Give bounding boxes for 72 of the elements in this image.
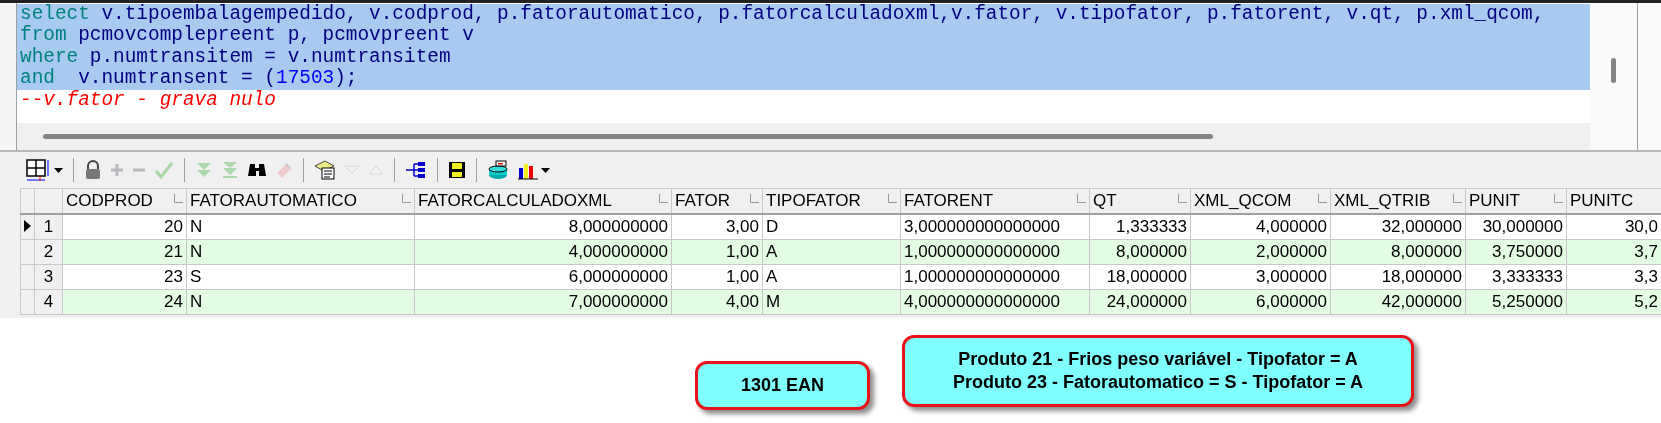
table-cell: 24,000000 xyxy=(1089,289,1191,315)
table-cell: 30,000000 xyxy=(1465,214,1567,240)
table-cell: 5,2 xyxy=(1566,289,1661,315)
column-header[interactable]: QT xyxy=(1093,191,1117,210)
table-cell: 20 xyxy=(62,214,187,240)
current-row-icon xyxy=(24,220,31,232)
table-cell: 1,00 xyxy=(671,264,763,290)
table-cell: 3,750000 xyxy=(1465,239,1567,265)
caret-icon[interactable] xyxy=(541,167,550,173)
table-cell: 3,00 xyxy=(671,214,763,240)
table-cell: 3,000000 xyxy=(1190,264,1331,290)
table-cell: 21 xyxy=(62,239,187,265)
table-cell: 6,000000 xyxy=(1190,289,1331,315)
callout-note: Produto 21 - Frios peso variável - Tipofator = A Produto 23 - Fatorautomatico = S - Tipofator = A xyxy=(902,334,1414,407)
binoculars-icon[interactable] xyxy=(247,162,267,178)
horizontal-scrollbar[interactable] xyxy=(43,134,1213,139)
vertical-scrollbar[interactable] xyxy=(1611,58,1616,83)
table-cell: 4,000000000 xyxy=(414,239,672,265)
table-cell: 8,000000000 xyxy=(414,214,672,240)
column-filter-icon[interactable] xyxy=(659,194,668,203)
code-line: --v.fator - grava nulo xyxy=(19,89,277,112)
column-filter-icon[interactable] xyxy=(1453,194,1462,203)
table-cell: 18,000000 xyxy=(1089,264,1191,290)
table-cell: N xyxy=(186,289,415,315)
table-cell: 4,00 xyxy=(671,289,763,315)
column-filter-icon[interactable] xyxy=(402,194,411,203)
grid-icon[interactable] xyxy=(26,158,52,182)
table-cell: 5,250000 xyxy=(1465,289,1567,315)
table-cell: 32,000000 xyxy=(1330,214,1466,240)
table-cell: 23 xyxy=(62,264,187,290)
table-cell: 3,7 xyxy=(1566,239,1661,265)
table-cell: 1,00 xyxy=(671,239,763,265)
table-cell: 4,000000000000000 xyxy=(900,289,1090,315)
sql-editor[interactable] xyxy=(17,3,1590,123)
table-cell: M xyxy=(762,289,901,315)
column-filter-icon[interactable] xyxy=(1318,194,1327,203)
table-cell: 3,000000000000000 xyxy=(900,214,1090,240)
table-cell: 8,000000 xyxy=(1089,239,1191,265)
row-indicator[interactable] xyxy=(20,214,35,240)
table-cell: D xyxy=(762,214,901,240)
table-cell: 24 xyxy=(62,289,187,315)
caret-icon[interactable] xyxy=(54,167,63,173)
table-cell: 3,333333 xyxy=(1465,264,1567,290)
notes-icon[interactable] xyxy=(314,160,336,180)
column-filter-icon[interactable] xyxy=(1077,194,1086,203)
column-filter-icon[interactable] xyxy=(1178,194,1187,203)
callout-note: 1301 EAN xyxy=(695,361,870,410)
table-cell: 6,000000000 xyxy=(414,264,672,290)
table-cell: A xyxy=(762,239,901,265)
table-cell: 30,0 xyxy=(1566,214,1661,240)
table-cell: 18,000000 xyxy=(1330,264,1466,290)
column-filter-icon[interactable] xyxy=(750,194,759,203)
database-icon[interactable] xyxy=(487,160,509,180)
table-cell: 42,000000 xyxy=(1330,289,1466,315)
table-cell: 7,000000000 xyxy=(414,289,672,315)
column-filter-icon[interactable] xyxy=(1554,194,1563,203)
table-cell: 8,000000 xyxy=(1330,239,1466,265)
column-filter-icon[interactable] xyxy=(888,194,897,203)
table-cell: 1,000000000000000 xyxy=(900,264,1090,290)
table-cell: N xyxy=(186,239,415,265)
lock-icon[interactable] xyxy=(84,160,102,180)
table-cell: 2,000000 xyxy=(1190,239,1331,265)
table-cell: 4,000000 xyxy=(1190,214,1331,240)
column-filter-icon[interactable] xyxy=(174,194,183,203)
table-cell: A xyxy=(762,264,901,290)
table-cell: S xyxy=(186,264,415,290)
table-cell: 1,000000000000000 xyxy=(900,239,1090,265)
table-cell: N xyxy=(186,214,415,240)
save-icon[interactable] xyxy=(448,161,466,179)
table-cell: 3,3 xyxy=(1566,264,1661,290)
table-cell: 1,333333 xyxy=(1089,214,1191,240)
tree-icon[interactable] xyxy=(405,161,427,179)
